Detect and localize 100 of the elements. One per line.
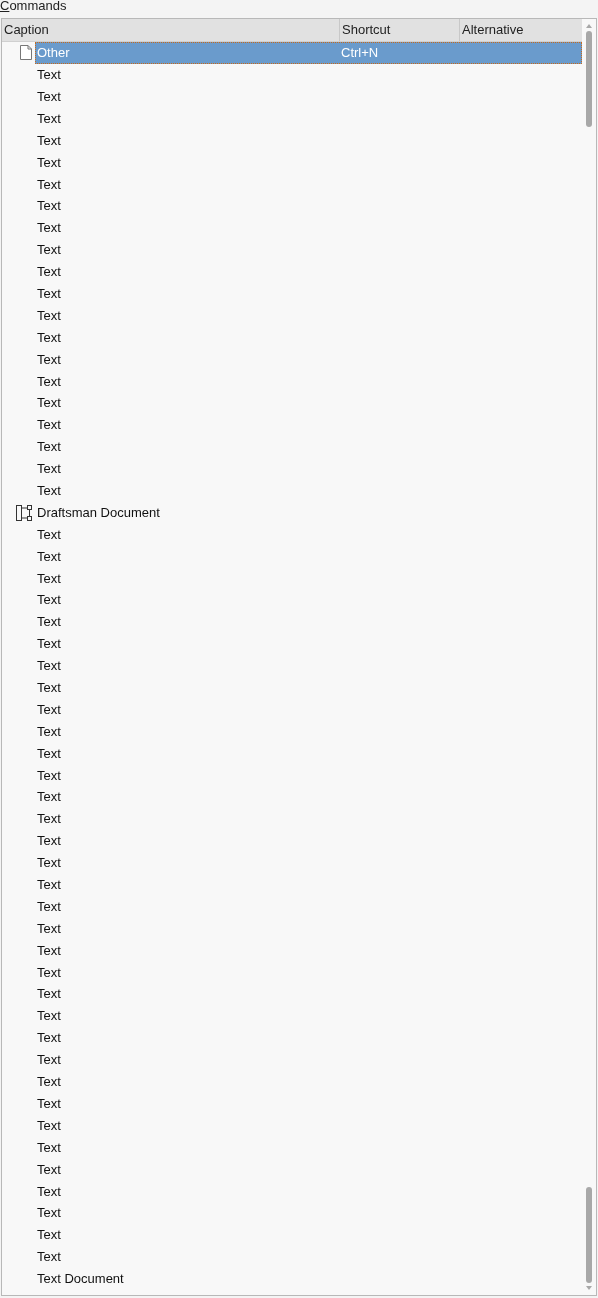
tree-row[interactable]: Text (35, 873, 582, 896)
tree-row[interactable]: Text (35, 1027, 582, 1049)
tree-row[interactable]: Text (35, 1048, 582, 1071)
tree-row[interactable]: Text (35, 129, 582, 152)
tree-row[interactable]: Text (35, 633, 582, 655)
tree-row[interactable]: Text (35, 676, 582, 699)
caption-text: Text (36, 854, 62, 873)
caption-text: Text (36, 766, 62, 785)
caption-text: Text (36, 66, 62, 85)
tree-row[interactable]: Text (35, 457, 582, 480)
caption-text: Text (36, 919, 62, 938)
tree-row[interactable]: Text (35, 917, 582, 940)
caption-text: Text (36, 109, 62, 128)
caption-text: Text (36, 1204, 62, 1223)
caption-text: Text (36, 810, 62, 829)
tree-row[interactable]: Text (35, 85, 582, 108)
caption-text: Text (36, 1094, 62, 1113)
tree-row[interactable]: Text (35, 939, 582, 962)
tree-row[interactable]: Text (35, 1246, 582, 1268)
tree-row[interactable]: Text (35, 1070, 582, 1093)
caption-text: Text (36, 1248, 62, 1267)
caption-text: Text (36, 219, 62, 238)
caption-text: Text (36, 569, 62, 588)
caption-text: Other (36, 44, 71, 63)
column-header[interactable]: Shortcut (340, 19, 460, 41)
caption-text: Text Document (36, 1270, 125, 1289)
tree-row[interactable]: Text (35, 808, 582, 831)
tree-row[interactable]: Text (35, 611, 582, 634)
tree-row[interactable]: Text (35, 567, 582, 590)
tree-row[interactable]: Text (35, 282, 582, 305)
caption-text: Text (36, 131, 62, 150)
tree-row[interactable]: Text (35, 1114, 582, 1137)
caption-text: Text (36, 87, 62, 106)
caption-text: Text (36, 941, 62, 960)
tree-row[interactable]: Text (35, 720, 582, 743)
caption-text: Text (36, 722, 62, 741)
tree-row[interactable]: Text (35, 348, 582, 371)
tree-row[interactable]: Text (35, 239, 582, 261)
commands-label: Commands (0, 0, 68, 15)
caption-text: Text (36, 744, 62, 763)
tree-row[interactable]: Text (35, 1202, 582, 1225)
tree-row[interactable]: Text (35, 698, 582, 721)
tree-row[interactable]: Text (35, 1180, 582, 1203)
caption-text: Text (36, 372, 62, 391)
tree-row[interactable]: Text (35, 63, 582, 86)
tree-row[interactable]: Text (35, 107, 582, 130)
caption-text: Text (36, 547, 62, 566)
tree-row[interactable]: Text (35, 545, 582, 568)
tree-row[interactable]: Text (35, 304, 582, 327)
caption-text: Text (36, 241, 62, 260)
caption-text: Text (36, 591, 62, 610)
tree-row[interactable]: Text (35, 479, 582, 502)
tree-row[interactable]: Text (35, 1092, 582, 1115)
caption-text: Text (36, 788, 62, 807)
tree-row[interactable]: Text (35, 589, 582, 612)
caption-text: Text (36, 1051, 62, 1070)
tree-row[interactable]: Text (35, 392, 582, 415)
column-header[interactable]: Caption (2, 19, 340, 41)
tree-row[interactable]: Text (35, 786, 582, 809)
caption-text: Text (36, 153, 62, 172)
caption-text: Text (36, 832, 62, 851)
tree-row[interactable]: Text (35, 151, 582, 174)
column-header[interactable]: Alternative (460, 19, 582, 41)
caption-text: Draftsman Document (36, 503, 161, 522)
caption-text: Text (36, 416, 62, 435)
tree-row[interactable]: Text (35, 173, 582, 196)
tree-row[interactable]: Draftsman Document (35, 501, 582, 524)
tree-row[interactable]: Text (35, 370, 582, 393)
tree-row[interactable]: Text (35, 1224, 582, 1246)
tree-row[interactable]: Text Document (35, 1267, 582, 1290)
caption-text: Text (36, 657, 62, 676)
caption-text: Text (36, 1138, 62, 1157)
caption-text: Text (36, 876, 62, 895)
tree-row[interactable]: Text (35, 764, 582, 787)
tree-row[interactable]: Text (35, 260, 582, 283)
tree-row[interactable]: Text (35, 961, 582, 984)
tree-row[interactable]: Text (35, 1158, 582, 1181)
caption-text: Text (36, 438, 62, 457)
tree-row[interactable]: Text (35, 523, 582, 546)
tree-row[interactable]: Text (35, 1005, 582, 1028)
caption-text: Text (36, 394, 62, 413)
caption-text: Text (36, 613, 62, 632)
tree-row[interactable]: Text (35, 326, 582, 349)
tree-row[interactable]: Text (35, 195, 582, 218)
tree-row[interactable]: Text (35, 217, 582, 239)
document-icon (20, 45, 32, 61)
tree-row[interactable]: Text (35, 414, 582, 437)
caption-text: Text (36, 985, 62, 1004)
caption-text: Text (36, 350, 62, 369)
tree-row[interactable]: Text (35, 654, 582, 677)
tree-row[interactable]: Text (35, 436, 582, 458)
tree-row[interactable]: Text (35, 895, 582, 918)
tree-row[interactable]: Text (35, 830, 582, 852)
tree-row[interactable]: Text (35, 1136, 582, 1159)
caption-text: Text (36, 963, 62, 982)
tree-row[interactable]: Text (35, 742, 582, 765)
tree-row[interactable]: Text (35, 983, 582, 1006)
caption-text: Text (36, 700, 62, 719)
caption-text: Text (36, 1029, 62, 1048)
tree-row[interactable]: Text (35, 851, 582, 874)
